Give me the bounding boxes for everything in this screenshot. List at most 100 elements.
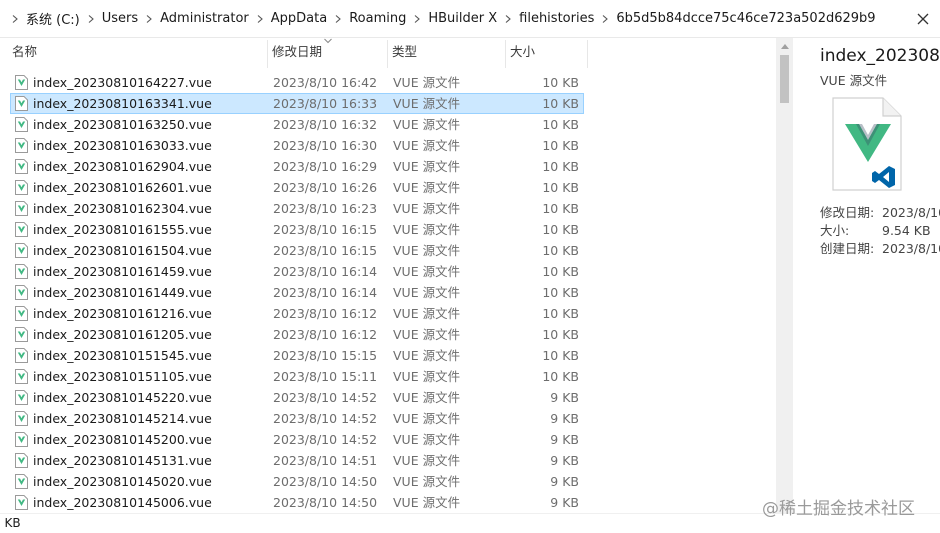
file-type: VUE 源文件: [393, 264, 461, 279]
file-type: VUE 源文件: [393, 348, 461, 363]
vue-file-icon: [15, 474, 28, 489]
vue-file-icon: [15, 222, 28, 237]
chevron-right-icon[interactable]: [251, 10, 269, 28]
file-size: 10 KB: [542, 369, 579, 384]
breadcrumb-item[interactable]: 系统 (C:): [24, 9, 82, 28]
file-date: 2023/8/10 16:15: [273, 243, 378, 258]
file-row[interactable]: index_20230810161504.vue 2023/8/10 16:15 V…: [10, 240, 584, 261]
breadcrumb: 系统 (C:) Users Administrator AppData Roaming H…: [0, 9, 878, 28]
file-type: VUE 源文件: [393, 474, 461, 489]
file-date: 2023/8/10 16:14: [273, 264, 378, 279]
vue-file-icon: [15, 243, 28, 258]
chevron-right-icon[interactable]: [408, 10, 426, 28]
file-row[interactable]: index_20230810161216.vue 2023/8/10 16:12 V…: [10, 303, 584, 324]
file-size: 10 KB: [542, 306, 579, 321]
chevron-right-icon[interactable]: [6, 10, 24, 28]
file-row[interactable]: index_20230810164227.vue 2023/8/10 16:42 V…: [10, 72, 584, 93]
file-row[interactable]: index_20230810161459.vue 2023/8/10 16:14 V…: [10, 261, 584, 282]
file-row[interactable]: index_20230810145220.vue 2023/8/10 14:52 V…: [10, 387, 584, 408]
file-row[interactable]: index_20230810161205.vue 2023/8/10 16:12 V…: [10, 324, 584, 345]
file-name: index_20230810161216.vue: [33, 306, 212, 321]
column-header-name[interactable]: 名称: [8, 38, 268, 70]
file-date: 2023/8/10 16:32: [273, 117, 378, 132]
chevron-right-icon[interactable]: [499, 10, 517, 28]
file-type: VUE 源文件: [393, 201, 461, 216]
breadcrumb-item[interactable]: Roaming: [347, 11, 408, 26]
preview-meta-modified: 修改日期: 2023/8/10: [820, 202, 940, 221]
file-size: 10 KB: [542, 222, 579, 237]
file-name: index_20230810151105.vue: [33, 369, 212, 384]
file-date: 2023/8/10 16:12: [273, 327, 378, 342]
vue-file-icon: [15, 285, 28, 300]
preview-meta-key: 创建日期:: [820, 241, 875, 256]
file-size: 10 KB: [542, 159, 579, 174]
file-row[interactable]: index_20230810145131.vue 2023/8/10 14:51 V…: [10, 450, 584, 471]
watermark: @稀土掘金技术社区: [762, 499, 915, 519]
breadcrumb-item[interactable]: Administrator: [158, 11, 251, 26]
file-size: 10 KB: [542, 264, 579, 279]
file-row[interactable]: index_20230810161449.vue 2023/8/10 16:14 V…: [10, 282, 584, 303]
file-row[interactable]: index_20230810145214.vue 2023/8/10 14:52 V…: [10, 408, 584, 429]
file-date: 2023/8/10 15:11: [273, 369, 378, 384]
chevron-right-icon[interactable]: [82, 10, 100, 28]
breadcrumb-item[interactable]: Users: [100, 11, 140, 26]
file-name: index_20230810145214.vue: [33, 411, 212, 426]
file-row[interactable]: index_20230810162601.vue 2023/8/10 16:26 V…: [10, 177, 584, 198]
status-text: 4 KB: [0, 516, 21, 530]
file-type: VUE 源文件: [393, 96, 461, 111]
file-date: 2023/8/10 14:50: [273, 474, 378, 489]
file-row[interactable]: index_20230810161555.vue 2023/8/10 16:15 V…: [10, 219, 584, 240]
vue-file-icon: [15, 264, 28, 279]
vertical-scrollbar[interactable]: [776, 38, 793, 513]
breadcrumb-item[interactable]: HBuilder X: [426, 11, 499, 26]
file-size: 10 KB: [542, 180, 579, 195]
scrollbar-thumb[interactable]: [780, 55, 789, 103]
file-size: 9 KB: [550, 432, 579, 447]
chevron-right-icon[interactable]: [329, 10, 347, 28]
file-name: index_20230810151545.vue: [33, 348, 212, 363]
file-row[interactable]: index_20230810145020.vue 2023/8/10 14:50 V…: [10, 471, 584, 492]
file-date: 2023/8/10 16:30: [273, 138, 378, 153]
file-row[interactable]: index_20230810162304.vue 2023/8/10 16:23 V…: [10, 198, 584, 219]
chevron-right-icon[interactable]: [596, 10, 614, 28]
file-name: index_20230810145220.vue: [33, 390, 212, 405]
file-type: VUE 源文件: [393, 369, 461, 384]
file-row[interactable]: index_20230810145006.vue 2023/8/10 14:50 V…: [10, 492, 584, 513]
chevron-right-icon[interactable]: [140, 10, 158, 28]
close-icon[interactable]: [914, 10, 932, 28]
file-name: index_20230810145131.vue: [33, 453, 212, 468]
file-size: 10 KB: [542, 96, 579, 111]
file-type: VUE 源文件: [393, 495, 461, 510]
file-name: index_20230810145006.vue: [33, 495, 212, 510]
column-header-type[interactable]: 类型: [388, 38, 506, 70]
column-header-date[interactable]: 修改日期: [268, 38, 388, 70]
file-date: 2023/8/10 14:51: [273, 453, 378, 468]
column-header-size[interactable]: 大小: [506, 38, 588, 70]
file-row[interactable]: index_20230810151105.vue 2023/8/10 15:11 V…: [10, 366, 584, 387]
address-bar[interactable]: 系统 (C:) Users Administrator AppData Roaming H…: [0, 0, 940, 38]
breadcrumb-item[interactable]: AppData: [269, 11, 329, 26]
file-name: index_20230810163250.vue: [33, 117, 212, 132]
breadcrumb-item[interactable]: filehistories: [517, 11, 596, 26]
file-row[interactable]: index_20230810145200.vue 2023/8/10 14:52 V…: [10, 429, 584, 450]
file-name: index_20230810163033.vue: [33, 138, 212, 153]
file-row[interactable]: index_20230810151545.vue 2023/8/10 15:15 V…: [10, 345, 584, 366]
vue-file-icon: [15, 138, 28, 153]
vue-file-icon: [15, 75, 28, 90]
file-name: index_20230810145200.vue: [33, 432, 212, 447]
file-date: 2023/8/10 16:14: [273, 285, 378, 300]
file-type: VUE 源文件: [393, 243, 461, 258]
scroll-up-icon[interactable]: [776, 38, 793, 55]
file-row[interactable]: index_20230810162904.vue 2023/8/10 16:29 V…: [10, 156, 584, 177]
file-name: index_20230810161449.vue: [33, 285, 212, 300]
breadcrumb-item[interactable]: 6b5d5b84dcce75c46ce723a502d629b9: [614, 11, 877, 26]
file-row[interactable]: index_20230810163250.vue 2023/8/10 16:32 V…: [10, 114, 584, 135]
vue-file-icon: [15, 348, 28, 363]
file-date: 2023/8/10 16:29: [273, 159, 378, 174]
file-row[interactable]: index_20230810163033.vue 2023/8/10 16:30 V…: [10, 135, 584, 156]
file-type: VUE 源文件: [393, 453, 461, 468]
file-row[interactable]: index_20230810163341.vue 2023/8/10 16:33 V…: [10, 93, 584, 114]
file-name: index_20230810163341.vue: [33, 96, 212, 111]
preview-meta-value: 2023/8/10: [882, 241, 940, 256]
file-type: VUE 源文件: [393, 285, 461, 300]
